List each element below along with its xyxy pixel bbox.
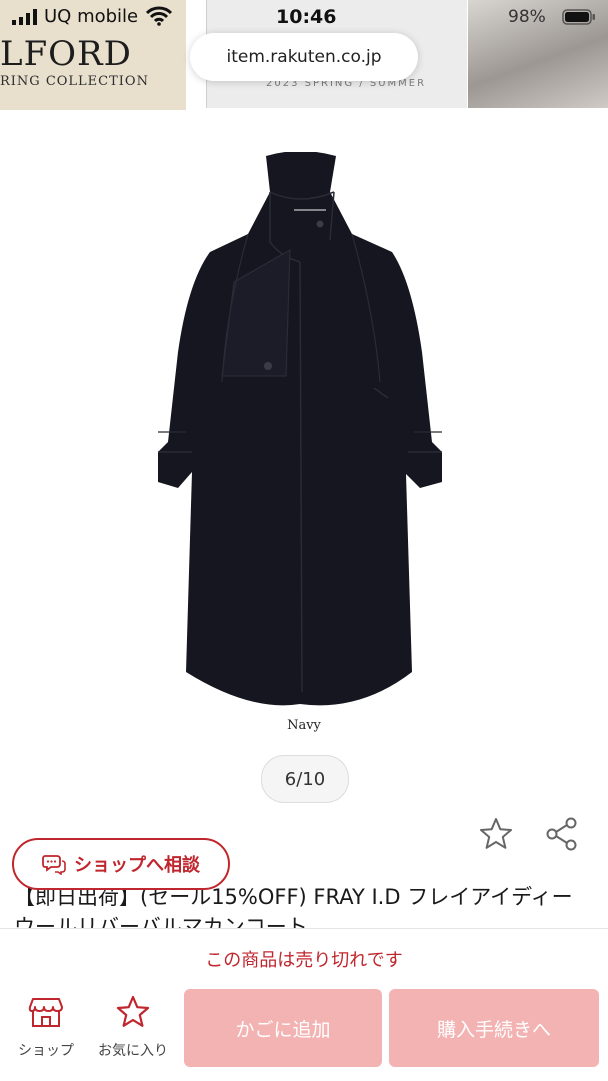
cellular-signal-icon	[12, 9, 37, 25]
url-text: item.rakuten.co.jp	[226, 47, 382, 67]
image-pager: 6/10	[261, 755, 349, 803]
product-image[interactable]	[130, 151, 476, 712]
battery-icon	[562, 9, 595, 25]
add-to-cart-button[interactable]: かごに追加	[184, 989, 382, 1067]
shop-nav-label: ショップ	[18, 1043, 74, 1059]
coat-image	[158, 151, 442, 706]
favorite-star-icon[interactable]	[478, 816, 514, 852]
share-icon[interactable]	[544, 816, 580, 852]
banner-subtitle: RING COLLECTION	[0, 74, 149, 89]
shop-consult-button[interactable]: ショップへ相談	[12, 838, 230, 890]
carrier-name: UQ mobile	[44, 6, 139, 27]
address-bar[interactable]: item.rakuten.co.jp	[190, 33, 418, 81]
shop-nav-button[interactable]: ショップ	[8, 992, 84, 1064]
star-icon	[116, 995, 150, 1027]
shop-icon	[28, 998, 63, 1027]
checkout-button[interactable]: 購入手続きへ	[389, 989, 599, 1067]
wifi-icon	[146, 6, 172, 26]
shop-consult-label: ショップへ相談	[74, 855, 200, 876]
pager-text: 6/10	[284, 768, 326, 790]
soldout-message: この商品は売り切れです	[205, 950, 403, 971]
add-to-cart-label: かごに追加	[235, 1018, 331, 1041]
clock: 10:46	[276, 6, 337, 28]
status-bar: UQ mobile 10:46 98%	[0, 0, 608, 34]
banner-brand-text: LFORD	[0, 34, 132, 74]
image-caption: Navy	[287, 718, 321, 733]
checkout-label: 購入手続きへ	[436, 1018, 551, 1041]
favorite-nav-button[interactable]: お気に入り	[88, 992, 178, 1064]
favorite-nav-label: お気に入り	[98, 1043, 168, 1059]
battery-percent: 98%	[508, 7, 546, 27]
chat-bubble-icon	[42, 855, 66, 875]
